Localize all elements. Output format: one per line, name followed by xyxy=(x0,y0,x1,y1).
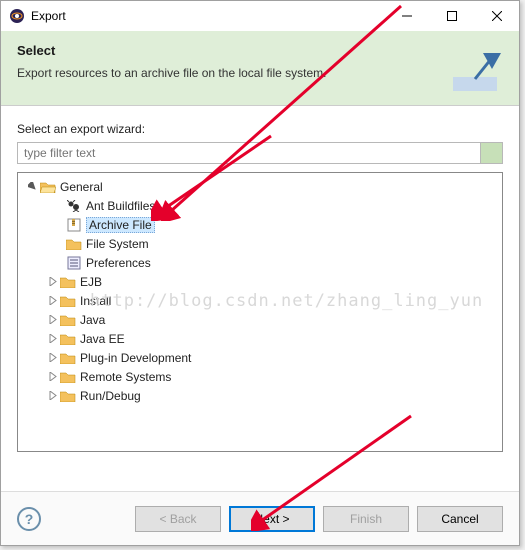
back-button[interactable]: < Back xyxy=(135,506,221,532)
tree-label: Install xyxy=(80,294,111,308)
expand-icon[interactable] xyxy=(46,352,58,364)
expand-icon[interactable] xyxy=(46,295,58,307)
help-button[interactable]: ? xyxy=(17,507,41,531)
tree-node-filesystem[interactable]: File System xyxy=(18,234,502,253)
expand-icon[interactable] xyxy=(46,390,58,402)
maximize-button[interactable] xyxy=(429,1,474,31)
expand-icon[interactable] xyxy=(46,314,58,326)
tree-node-install[interactable]: Install xyxy=(18,291,502,310)
folder-open-icon xyxy=(40,179,56,195)
wizard-label: Select an export wizard: xyxy=(17,122,503,136)
tree-label: Preferences xyxy=(86,256,151,270)
expand-icon[interactable] xyxy=(46,333,58,345)
folder-icon xyxy=(60,331,76,347)
tree-label: Archive File xyxy=(86,217,155,233)
folder-icon xyxy=(60,350,76,366)
tree-node-preferences[interactable]: Preferences xyxy=(18,253,502,272)
wizard-tree[interactable]: General Ant Buildfiles Archive File File… xyxy=(17,172,503,452)
folder-icon xyxy=(60,312,76,328)
titlebar: Export xyxy=(1,1,519,31)
tree-label: Remote Systems xyxy=(80,370,171,384)
tree-node-ant[interactable]: Ant Buildfiles xyxy=(18,196,502,215)
banner-description: Export resources to an archive file on t… xyxy=(17,66,443,80)
folder-icon xyxy=(60,369,76,385)
banner-heading: Select xyxy=(17,43,443,58)
expand-icon[interactable] xyxy=(46,276,58,288)
filter-clear-button[interactable] xyxy=(481,142,503,164)
tree-node-rundebug[interactable]: Run/Debug xyxy=(18,386,502,405)
tree-node-ejb[interactable]: EJB xyxy=(18,272,502,291)
filter-row xyxy=(17,142,503,164)
tree-label: General xyxy=(60,180,103,194)
archive-file-icon xyxy=(66,217,82,233)
expand-icon[interactable] xyxy=(46,371,58,383)
ant-icon xyxy=(66,198,82,214)
tree-node-javaee[interactable]: Java EE xyxy=(18,329,502,348)
tree-label: Run/Debug xyxy=(80,389,141,403)
close-button[interactable] xyxy=(474,1,519,31)
button-bar: ? < Back Next > Finish Cancel xyxy=(1,491,519,545)
filter-input[interactable] xyxy=(17,142,481,164)
tree-label: Java xyxy=(80,313,105,327)
eclipse-icon xyxy=(9,8,25,24)
cancel-button[interactable]: Cancel xyxy=(417,506,503,532)
export-icon xyxy=(453,49,503,91)
tree-label: Java EE xyxy=(80,332,125,346)
tree-label: EJB xyxy=(80,275,102,289)
banner: Select Export resources to an archive fi… xyxy=(1,31,519,106)
finish-button[interactable]: Finish xyxy=(323,506,409,532)
tree-node-java[interactable]: Java xyxy=(18,310,502,329)
window-title: Export xyxy=(31,9,384,23)
folder-icon xyxy=(60,388,76,404)
content-area: Select an export wizard: General Ant Bui… xyxy=(1,106,519,452)
tree-label: Plug-in Development xyxy=(80,351,191,365)
folder-icon xyxy=(60,274,76,290)
next-button[interactable]: Next > xyxy=(229,506,315,532)
minimize-button[interactable] xyxy=(384,1,429,31)
tree-node-general[interactable]: General xyxy=(18,177,502,196)
tree-node-remote[interactable]: Remote Systems xyxy=(18,367,502,386)
folder-icon xyxy=(66,236,82,252)
preferences-icon xyxy=(66,255,82,271)
folder-icon xyxy=(60,293,76,309)
export-dialog: Export Select Export resources to an arc… xyxy=(0,0,520,546)
tree-label: File System xyxy=(86,237,149,251)
tree-label: Ant Buildfiles xyxy=(86,199,155,213)
tree-node-plugin[interactable]: Plug-in Development xyxy=(18,348,502,367)
collapse-icon[interactable] xyxy=(26,181,38,193)
tree-node-archive[interactable]: Archive File xyxy=(18,215,502,234)
